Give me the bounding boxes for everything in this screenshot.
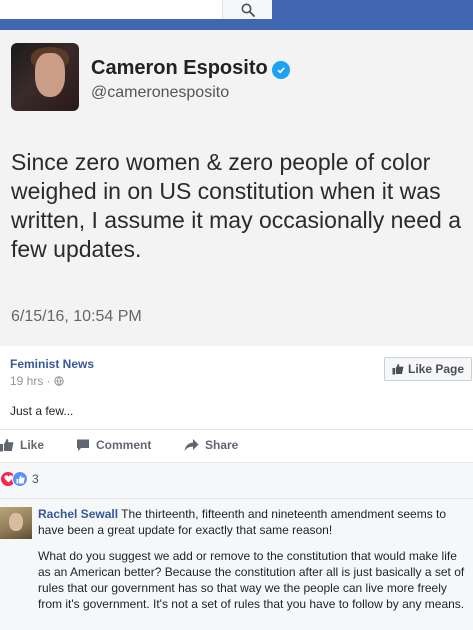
top-navigation-bar: [0, 0, 473, 30]
post-timestamp[interactable]: 19 hrs ·: [10, 374, 51, 388]
comment-text-continued: What do you suggest we add or remove to …: [38, 549, 465, 611]
thumbs-up-icon: [0, 439, 14, 452]
comment-label: Comment: [96, 438, 152, 452]
comment-button[interactable]: Comment: [76, 438, 151, 452]
tweet-screenshot-image[interactable]: Cameron Esposito @cameronesposito Since …: [0, 30, 473, 346]
comments-section: 3 Rachel Sewall The thirteenth, fifteent…: [0, 462, 473, 630]
thumbs-up-icon: [392, 364, 404, 375]
post-card: Cameron Esposito @cameronesposito Since …: [0, 30, 473, 630]
tweet-author-name: Cameron Esposito: [91, 57, 268, 79]
reactions-summary[interactable]: 3: [0, 471, 39, 487]
post-actions-bar: Like Comment Share: [0, 430, 473, 460]
tweet-author-handle: @cameronesposito: [91, 84, 230, 101]
comment: Rachel Sewall The thirteenth, fifteenth …: [38, 506, 468, 622]
like-button[interactable]: Like: [0, 438, 44, 452]
like-reaction-icon: [12, 471, 28, 487]
post-text: Just a few...: [10, 404, 74, 418]
globe-icon: [53, 376, 64, 386]
tweet-timestamp: 6/15/16, 10:54 PM: [11, 308, 142, 325]
like-page-label: Like Page: [407, 362, 465, 376]
avatar[interactable]: [0, 507, 32, 539]
like-page-button[interactable]: Like Page: [384, 357, 472, 381]
page-name-link[interactable]: Feminist News: [10, 357, 94, 371]
search-icon: [241, 3, 255, 17]
share-arrow-icon: [184, 439, 199, 451]
post-meta: 19 hrs ·: [10, 374, 64, 388]
divider: [0, 462, 473, 463]
tweet-avatar: [11, 43, 79, 111]
like-label: Like: [20, 438, 45, 452]
reaction-count: 3: [32, 472, 39, 486]
search-button[interactable]: [222, 0, 272, 19]
share-button[interactable]: Share: [184, 438, 238, 452]
tweet-text: Since zero women & zero people of color …: [11, 149, 461, 262]
divider: [0, 498, 473, 499]
comment-icon: [77, 439, 89, 451]
verified-badge-icon: [272, 61, 290, 79]
share-label: Share: [205, 438, 239, 452]
comment-author-link[interactable]: Rachel Sewall: [38, 507, 118, 521]
